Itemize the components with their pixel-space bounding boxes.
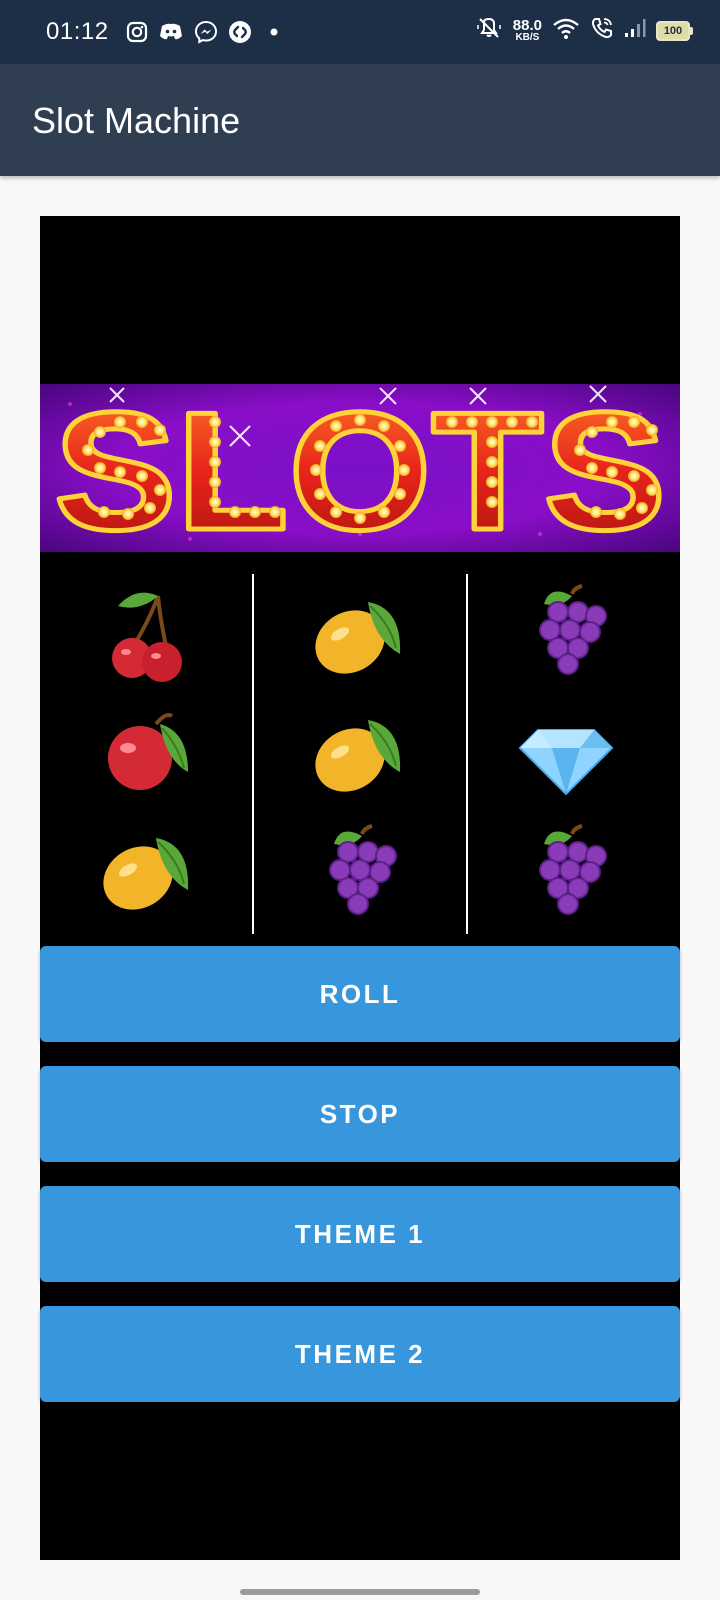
status-time: 01:12 (46, 18, 109, 45)
cherries-icon (112, 592, 182, 682)
battery-icon: 100 (656, 20, 693, 41)
lemon-icon (315, 720, 401, 792)
lemon-icon (315, 602, 401, 674)
wifi-icon (552, 16, 580, 45)
signal-icon (624, 18, 646, 43)
notification-icons (126, 20, 282, 44)
mute-icon (475, 16, 503, 45)
network-speed-value: 88.0 (512, 17, 542, 34)
instagram-icon (126, 21, 148, 43)
network-speed: 88.0 KB/S (513, 18, 542, 43)
apple-icon (108, 713, 188, 790)
grapes-icon (539, 824, 607, 915)
grapes-icon (539, 584, 607, 675)
wifi-calling-icon (590, 16, 614, 45)
theme-2-button[interactable]: THEME 2 (40, 1306, 680, 1402)
stop-button[interactable]: STOP (40, 1066, 680, 1162)
app-title: Slot Machine (32, 100, 241, 141)
shazam-icon (228, 20, 252, 44)
status-bar: 01:12 88.0 KB/S 100 (0, 0, 720, 64)
network-speed-unit: KB/S (515, 32, 540, 43)
messenger-icon (194, 20, 218, 44)
grapes-icon (329, 824, 397, 915)
reel-divider (252, 574, 254, 934)
lemon-icon (103, 838, 189, 910)
home-indicator[interactable] (240, 1589, 480, 1595)
reels (40, 574, 680, 934)
system-icons: 88.0 KB/S 100 (475, 16, 693, 45)
slots-banner: SLOTS (40, 384, 680, 552)
slot-machine-panel: SLOTS ROLL STOP THEME 1 THEME 2 (40, 216, 680, 1560)
slots-banner-text: SLOTS (54, 384, 666, 552)
roll-button[interactable]: ROLL (40, 946, 680, 1042)
reel-divider (466, 574, 468, 934)
diamond-icon (518, 729, 614, 796)
dot-icon (262, 21, 282, 43)
app-bar: Slot Machine (0, 64, 720, 176)
theme-1-button[interactable]: THEME 1 (40, 1186, 680, 1282)
discord-icon (158, 21, 184, 43)
